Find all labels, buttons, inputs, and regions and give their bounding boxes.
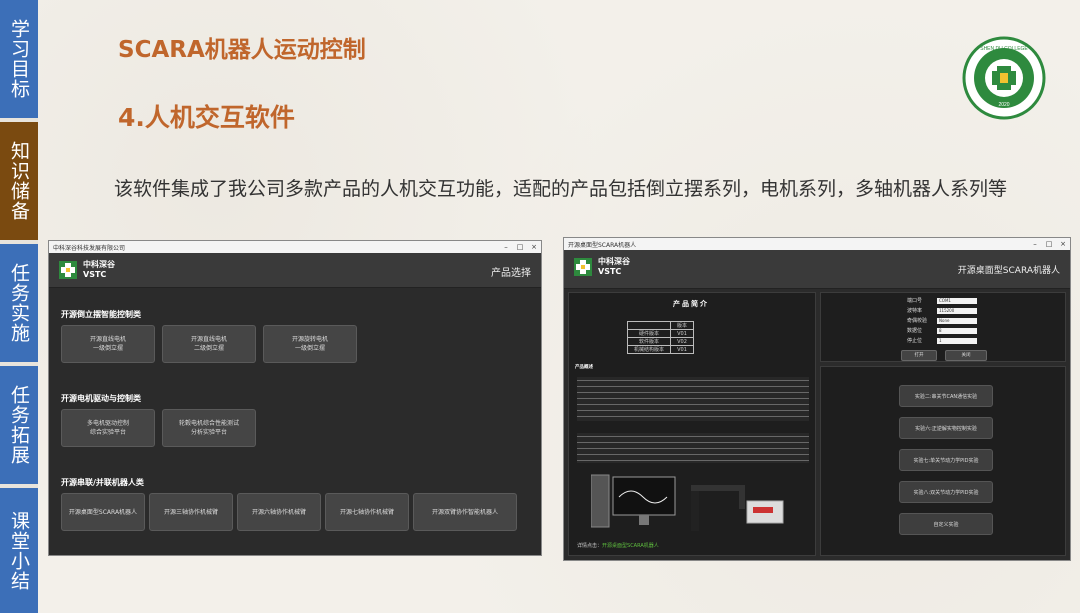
college-logo: SHEN DU COLLEGE 2020 深度学院 <box>962 36 1046 120</box>
nav-item-label: 知识储备 <box>8 141 30 221</box>
window-title: 开源桌面型SCARA机器人 <box>568 241 637 249</box>
detail-link-row: 详情点击：开源桌面型SCARA机器人 <box>577 543 659 549</box>
brand-name: 中科深谷 VSTC <box>83 260 115 279</box>
side-nav: 学习目标 知识储备 任务实施 任务拓展 课堂小结 <box>0 0 38 613</box>
nav-item-learning-goals[interactable]: 学习目标 <box>0 0 38 118</box>
nav-item-label: 学习目标 <box>8 19 30 99</box>
close-icon[interactable]: × <box>1056 240 1070 248</box>
section-title-pendulum: 开源倒立摆智能控制类 <box>61 310 141 319</box>
window-titlebar: 中科深谷科技发展有限公司 – □ × <box>49 241 541 253</box>
product-select-window: 中科深谷科技发展有限公司 – □ × 中科深谷 VSTC 产品选择 开源倒立摆智能… <box>48 240 542 556</box>
experiment-button[interactable]: 实验八:双关节动力学PID实验 <box>899 481 993 503</box>
setting-port: 端口号 COM1 <box>907 297 977 304</box>
logo-year: 2020 <box>998 102 1009 108</box>
nav-item-knowledge[interactable]: 知识储备 <box>0 122 38 240</box>
nav-item-summary[interactable]: 课堂小结 <box>0 488 38 613</box>
open-port-button[interactable]: 打开 <box>901 350 937 361</box>
btn-multi-motor-platform[interactable]: 多电机驱动控制 综合实验平台 <box>61 409 155 447</box>
section-title-robot: 开源串联/并联机器人类 <box>61 478 144 487</box>
setting-stopbits: 停止位 1 <box>907 337 977 344</box>
logo-text-top: SHEN DU COLLEGE <box>980 46 1028 52</box>
intro-title: 产品简介 <box>673 300 709 308</box>
header-product-name: 开源桌面型SCARA机器人 <box>957 266 1060 276</box>
app-header: 中科深谷 VSTC 开源桌面型SCARA机器人 <box>564 250 1070 289</box>
experiment-button[interactable]: 实验七:单关节动力学PID实验 <box>899 449 993 471</box>
btn-linear-single-pendulum[interactable]: 开源直线电机 一级倒立摆 <box>61 325 155 363</box>
experiment-button[interactable]: 实验二:串关节CAN通信实验 <box>899 385 993 407</box>
nav-item-task-extension[interactable]: 任务拓展 <box>0 366 38 484</box>
btn-rotary-pendulum[interactable]: 开源旋转电机 一级倒立摆 <box>263 325 357 363</box>
close-port-button[interactable]: 关闭 <box>945 350 987 361</box>
btn-linear-double-pendulum[interactable]: 开源直线电机 二级倒立摆 <box>162 325 256 363</box>
slide-title: SCARA机器人运动控制 <box>118 37 366 63</box>
vstc-logo-icon <box>59 261 77 279</box>
logo-text-bottom: 深度学院 <box>992 108 1016 116</box>
maximize-icon[interactable]: □ <box>513 243 527 251</box>
vstc-logo-icon <box>574 258 592 276</box>
overview-label: 产品概述 <box>575 365 593 370</box>
detail-link[interactable]: 开源桌面型SCARA机器人 <box>602 543 659 549</box>
table-row: 软件版本 V02 <box>626 337 695 346</box>
maximize-icon[interactable]: □ <box>1042 240 1056 248</box>
databits-select[interactable]: 8 <box>937 327 977 334</box>
btn-7axis-arm[interactable]: 开源七轴协作机械臂 <box>325 493 409 531</box>
setting-databits: 数据位 8 <box>907 327 977 334</box>
table-row: 版本 <box>626 321 695 330</box>
app-header: 中科深谷 VSTC 产品选择 <box>49 253 541 288</box>
setting-baud: 波特率 115200 <box>907 307 977 314</box>
window-titlebar: 开源桌面型SCARA机器人 – □ × <box>564 238 1070 250</box>
close-icon[interactable]: × <box>527 243 541 251</box>
port-select[interactable]: COM1 <box>937 297 977 304</box>
baud-select[interactable]: 115200 <box>937 307 977 314</box>
nav-item-label: 任务实施 <box>8 263 30 343</box>
slide-description: 该软件集成了我公司多款产品的人机交互功能，适配的产品包括倒立摆系列，电机系列，多… <box>114 178 1008 200</box>
overview-text-block <box>577 377 809 421</box>
experiments-panel: 实验二:串关节CAN通信实验 实验六:正逆解实物控制实验 实验七:单关节动力学P… <box>820 366 1066 556</box>
section-title-motor: 开源电机驱动与控制类 <box>61 394 141 403</box>
brand-name: 中科深谷 VSTC <box>598 257 630 276</box>
btn-scara-robot[interactable]: 开源桌面型SCARA机器人 <box>61 493 145 531</box>
header-product-select: 产品选择 <box>491 268 531 279</box>
version-table: 版本 硬件版本 V01 软件版本 V02 机械结构版本 V01 <box>626 321 695 354</box>
nav-item-label: 任务拓展 <box>8 385 30 465</box>
table-row: 硬件版本 V01 <box>626 329 695 338</box>
scara-window: 开源桌面型SCARA机器人 – □ × 中科深谷 VSTC 开源桌面型SCARA机… <box>563 237 1071 561</box>
btn-hub-motor-test[interactable]: 轮毂电机综合性能测试 分析实验平台 <box>162 409 256 447</box>
table-row: 机械结构版本 V01 <box>626 345 695 354</box>
nav-item-label: 课堂小结 <box>8 510 30 591</box>
stopbits-select[interactable]: 1 <box>937 337 977 344</box>
btn-6axis-arm[interactable]: 开源六轴协作机械臂 <box>237 493 321 531</box>
parity-select[interactable]: None <box>937 317 977 324</box>
product-intro-panel: 产品简介 版本 硬件版本 V01 软件版本 V02 机械结构版本 V01 产品概述 详… <box>568 292 816 556</box>
serial-settings-panel: 端口号 COM1 波特率 115200 奇偶校验 None 数据位 8 停止位 1 打开 … <box>820 292 1066 362</box>
scara-product-image <box>591 474 784 531</box>
custom-experiment-button[interactable]: 自定义实验 <box>899 513 993 535</box>
minimize-icon[interactable]: – <box>1028 240 1042 248</box>
window-title: 中科深谷科技发展有限公司 <box>53 244 126 252</box>
setting-parity: 奇偶校验 None <box>907 317 977 324</box>
overview-text-block-2 <box>577 433 809 463</box>
btn-dual-arm-robot[interactable]: 开源双臂协作智能机器人 <box>413 493 517 531</box>
slide-subtitle: 4.人机交互软件 <box>118 103 295 132</box>
nav-item-task-implementation[interactable]: 任务实施 <box>0 244 38 362</box>
experiment-button[interactable]: 实验六:正逆解实物控制实验 <box>899 417 993 439</box>
minimize-icon[interactable]: – <box>499 243 513 251</box>
btn-3axis-arm[interactable]: 开源三轴协作机械臂 <box>149 493 233 531</box>
